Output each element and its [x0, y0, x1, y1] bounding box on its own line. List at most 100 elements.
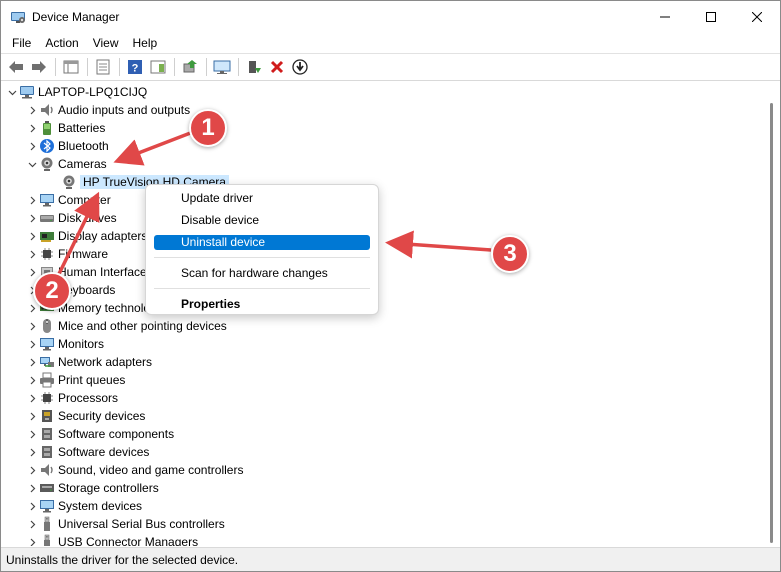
uninstall-device-toolbar-button[interactable]: [266, 56, 288, 78]
show-hide-tree-button[interactable]: [60, 56, 82, 78]
tree-item-human-interface-devices[interactable]: Human Interface Devices: [1, 263, 763, 281]
context-menu-disable-device[interactable]: Disable device: [154, 213, 370, 228]
toolbar-separator: [174, 58, 175, 76]
properties-sheet-icon: [96, 59, 110, 75]
computer-icon: [19, 84, 35, 100]
tree-item-hp-truevision-hd-camera[interactable]: HP TrueVision HD Camera: [1, 173, 763, 191]
context-menu-scan-hardware[interactable]: Scan for hardware changes: [154, 266, 370, 281]
menu-action[interactable]: Action: [38, 33, 85, 53]
chevron-right-icon[interactable]: [25, 353, 39, 371]
menu-bar: File Action View Help: [1, 33, 780, 53]
monitor-icon: [39, 498, 55, 514]
tree-item-batteries[interactable]: Batteries: [1, 119, 763, 137]
context-menu-uninstall-device[interactable]: Uninstall device: [154, 235, 370, 250]
tree-item-disk-drives[interactable]: Disk drives: [1, 209, 763, 227]
tree-item-universal-serial-bus-controllers[interactable]: Universal Serial Bus controllers: [1, 515, 763, 533]
tree-item-computer[interactable]: Computer: [1, 191, 763, 209]
tree-item-system-devices[interactable]: System devices: [1, 497, 763, 515]
tree-item-label: Batteries: [58, 121, 106, 135]
network-icon: [39, 354, 55, 370]
battery-icon: [39, 120, 55, 136]
status-bar: Uninstalls the driver for the selected d…: [1, 547, 780, 571]
toolbar-separator: [87, 58, 88, 76]
component-icon: [39, 444, 55, 460]
chevron-right-icon[interactable]: [25, 371, 39, 389]
scan-hardware-toolbar-button[interactable]: [211, 56, 233, 78]
annotation-badge-2: 2: [33, 272, 71, 310]
download-circle-icon: [292, 59, 308, 75]
back-button[interactable]: [5, 56, 27, 78]
menu-view[interactable]: View: [86, 33, 126, 53]
download-driver-toolbar-button[interactable]: [289, 56, 311, 78]
tree-item-bluetooth[interactable]: Bluetooth: [1, 137, 763, 155]
chevron-right-icon[interactable]: [25, 443, 39, 461]
properties-toolbar-button[interactable]: [92, 56, 114, 78]
context-menu-update-driver[interactable]: Update driver: [154, 191, 370, 206]
tree-item-memory-technology-devices[interactable]: Memory technology devices: [1, 299, 763, 317]
chevron-right-icon[interactable]: [25, 335, 39, 353]
chevron-right-icon[interactable]: [25, 119, 39, 137]
tree-item-mice-and-other-pointing-devices[interactable]: Mice and other pointing devices: [1, 317, 763, 335]
enable-device-icon: [249, 61, 261, 73]
action-pane-button[interactable]: [147, 56, 169, 78]
chevron-right-icon[interactable]: [25, 317, 39, 335]
help-icon: ?: [128, 60, 142, 75]
update-driver-toolbar-button[interactable]: [179, 56, 201, 78]
display-adapter-icon: [39, 228, 55, 244]
tree-item-security-devices[interactable]: Security devices: [1, 407, 763, 425]
tree-item-usb-connector-managers[interactable]: USB Connector Managers: [1, 533, 763, 546]
chevron-right-icon[interactable]: [25, 389, 39, 407]
tree-item-network-adapters[interactable]: Network adapters: [1, 353, 763, 371]
forward-button[interactable]: [28, 56, 50, 78]
monitor-icon: [39, 336, 55, 352]
tree-item-audio-inputs-and-outputs[interactable]: Audio inputs and outputs: [1, 101, 763, 119]
chevron-right-icon[interactable]: [25, 227, 39, 245]
help-toolbar-button[interactable]: ?: [124, 56, 146, 78]
svg-text:?: ?: [132, 63, 139, 75]
chevron-right-icon[interactable]: [25, 497, 39, 515]
tree-item-processors[interactable]: Processors: [1, 389, 763, 407]
tree-item-print-queues[interactable]: Print queues: [1, 371, 763, 389]
maximize-button[interactable]: [688, 1, 734, 33]
chevron-right-icon[interactable]: [25, 245, 39, 263]
chevron-right-icon[interactable]: [25, 191, 39, 209]
chevron-right-icon[interactable]: [25, 209, 39, 227]
context-menu-properties[interactable]: Properties: [154, 297, 370, 312]
chevron-right-icon[interactable]: [25, 101, 39, 119]
tree-item-monitors[interactable]: Monitors: [1, 335, 763, 353]
chevron-right-icon[interactable]: [25, 533, 39, 546]
enable-device-toolbar-button[interactable]: [243, 56, 265, 78]
tree-item-display-adapters[interactable]: Display adapters: [1, 227, 763, 245]
minimize-button[interactable]: [642, 1, 688, 33]
tree-item-cameras[interactable]: Cameras: [1, 155, 763, 173]
tree-item-label: LAPTOP-LPQ1CIJQ: [38, 85, 148, 99]
monitor-icon: [39, 192, 55, 208]
tree-item-software-devices[interactable]: Software devices: [1, 443, 763, 461]
vertical-scrollbar[interactable]: [764, 81, 780, 546]
chevron-down-icon[interactable]: [5, 83, 19, 101]
chevron-right-icon[interactable]: [25, 461, 39, 479]
webcam-icon: [39, 156, 55, 172]
tree-item-label: Computer: [58, 193, 111, 207]
storage-icon: [39, 480, 55, 496]
chevron-right-icon[interactable]: [25, 479, 39, 497]
tree-item-sound-video-and-game-controllers[interactable]: Sound, video and game controllers: [1, 461, 763, 479]
tree-item-label: Bluetooth: [58, 139, 109, 153]
toolbar: ?: [1, 53, 780, 81]
tree-item-software-components[interactable]: Software components: [1, 425, 763, 443]
chevron-right-icon[interactable]: [25, 515, 39, 533]
chevron-right-icon[interactable]: [25, 425, 39, 443]
chevron-down-icon[interactable]: [25, 155, 39, 173]
tree-item-storage-controllers[interactable]: Storage controllers: [1, 479, 763, 497]
bluetooth-icon: [39, 138, 55, 154]
chevron-right-icon[interactable]: [25, 407, 39, 425]
tree-root-computer[interactable]: LAPTOP-LPQ1CIJQ: [1, 83, 763, 101]
tree-item-keyboards[interactable]: Keyboards: [1, 281, 763, 299]
close-button[interactable]: [734, 1, 780, 33]
usb-icon: [39, 516, 55, 532]
menu-file[interactable]: File: [5, 33, 38, 53]
menu-help[interactable]: Help: [126, 33, 165, 53]
tree-item-firmware[interactable]: Firmware: [1, 245, 763, 263]
scrollbar-thumb[interactable]: [770, 103, 773, 543]
chevron-right-icon[interactable]: [25, 137, 39, 155]
